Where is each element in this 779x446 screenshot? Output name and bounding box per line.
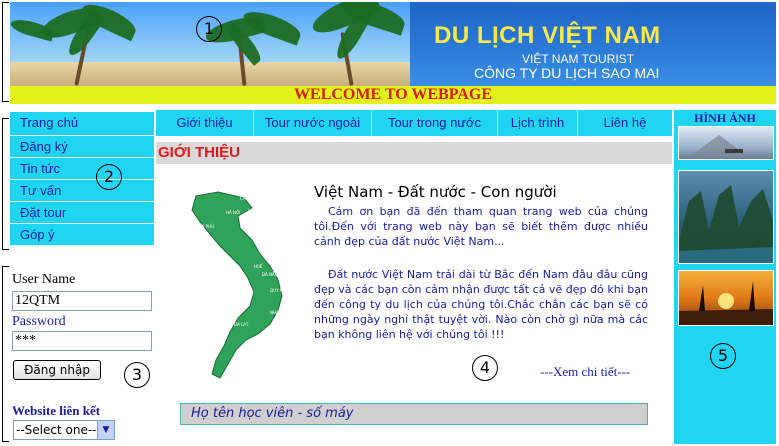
svg-text:CAO BẰNG: CAO BẰNG <box>240 196 261 201</box>
vietnam-map-image: CAO BẰNG LẠNG SƠN HẠ LONG HÀ NỘI ĐIỆN BI… <box>184 191 298 379</box>
gallery-image-3[interactable] <box>678 270 774 326</box>
tab-schedule[interactable]: Lịch trình <box>498 110 578 136</box>
intro-paragraph-1: Cám ơn bạn đã đến tham quan trang web củ… <box>314 205 648 248</box>
svg-text:HẠ LONG: HẠ LONG <box>258 214 276 219</box>
nav-item-news[interactable]: Tin tức <box>10 158 154 180</box>
marker-5: 5 <box>710 343 736 369</box>
region-bracket-nav <box>2 118 9 250</box>
company-name: CÔNG TY DU LỊCH SAO MAI <box>474 65 660 81</box>
svg-text:ĐIỆN BIÊN PHỦ: ĐIỆN BIÊN PHỦ <box>184 224 214 229</box>
password-field[interactable]: *** <box>12 331 152 351</box>
tab-intro[interactable]: Giới thiệu <box>156 110 254 136</box>
svg-text:PHAN THIẾT: PHAN THIẾT <box>276 331 298 337</box>
gallery-image-1[interactable] <box>678 126 774 160</box>
marker-4: 4 <box>472 355 498 381</box>
website-links-select[interactable]: --Select one-- ▼ <box>13 420 115 440</box>
login-button[interactable]: Đăng nhập <box>13 360 101 380</box>
svg-text:VŨNG TÀU: VŨNG TÀU <box>258 350 279 355</box>
username-label: User Name <box>12 272 76 287</box>
login-form: User Name 12QTM Password *** <box>12 272 156 351</box>
welcome-banner: WELCOME TO WEBPAGE <box>10 86 776 104</box>
svg-text:ĐÀ NẴNG-HỘI AN: ĐÀ NẴNG-HỘI AN <box>262 272 297 277</box>
svg-text:NHA TRANG: NHA TRANG <box>270 310 294 315</box>
top-nav: Giới thiệu Tour nước ngoài Tour trong nư… <box>156 110 672 136</box>
tab-contact[interactable]: Liên hệ <box>578 110 672 136</box>
section-title: GIỚI THIỆU <box>156 142 672 164</box>
marker-2: 2 <box>96 164 122 190</box>
tab-foreign-tours[interactable]: Tour nước ngoài <box>254 110 372 136</box>
svg-text:HÀ NỘI: HÀ NỘI <box>226 210 240 215</box>
nav-item-feedback[interactable]: Góp ý <box>10 224 154 246</box>
nav-item-home[interactable]: Trang chủ <box>10 112 154 136</box>
left-nav: Trang chủ Đăng ký Tin tức Tư vấn Đặt tou… <box>10 112 154 246</box>
header-banner: DU LỊCH VIỆT NAM VIỆT NAM TOURIST CÔNG T… <box>10 2 776 86</box>
tab-domestic-tours[interactable]: Tour trong nước <box>372 110 498 136</box>
svg-text:ĐÀ LẠT: ĐÀ LẠT <box>234 322 249 327</box>
svg-text:HẢI PHÒNG: HẢI PHÒNG <box>262 220 285 225</box>
svg-text:HUẾ: HUẾ <box>254 263 263 269</box>
marker-1: 1 <box>196 16 222 42</box>
gallery-title: HÌNH ẢNH <box>694 111 756 125</box>
website-links-label: Website liên kết <box>12 403 101 418</box>
svg-text:PHÚ QUỐC: PHÚ QUỐC <box>184 346 206 351</box>
gallery-image-2[interactable] <box>678 170 774 264</box>
nav-item-book-tour[interactable]: Đặt tour <box>10 202 154 224</box>
region-bracket-login <box>2 266 9 442</box>
password-label: Password <box>12 314 66 329</box>
chevron-down-icon[interactable]: ▼ <box>97 421 114 439</box>
site-subtitle: VIỆT NAM TOURIST <box>522 52 635 66</box>
nav-item-advice[interactable]: Tư vấn <box>10 180 154 202</box>
content-heading: Việt Nam - Đất nước - Con người <box>314 183 557 201</box>
nav-item-register[interactable]: Đăng ký <box>10 136 154 158</box>
svg-text:CÔN ĐẢO: CÔN ĐẢO <box>240 366 259 371</box>
intro-paragraph-2: Đất nước Việt Nam trải dài từ Bắc đến Na… <box>314 268 648 341</box>
student-info-bar: Họ tên học viên - số máy <box>180 403 648 425</box>
select-value: --Select one-- <box>16 423 97 437</box>
site-title: DU LỊCH VIỆT NAM <box>434 22 661 49</box>
svg-text:QUY NHƠN: QUY NHƠN <box>270 288 292 293</box>
svg-text:LẠNG SƠN: LẠNG SƠN <box>248 208 270 213</box>
palm-tree-image <box>10 2 410 86</box>
marker-3: 3 <box>124 362 150 388</box>
read-more-link[interactable]: ---Xem chi tiết--- <box>540 364 630 380</box>
username-field[interactable]: 12QTM <box>12 291 152 311</box>
region-bracket-header <box>2 2 9 102</box>
